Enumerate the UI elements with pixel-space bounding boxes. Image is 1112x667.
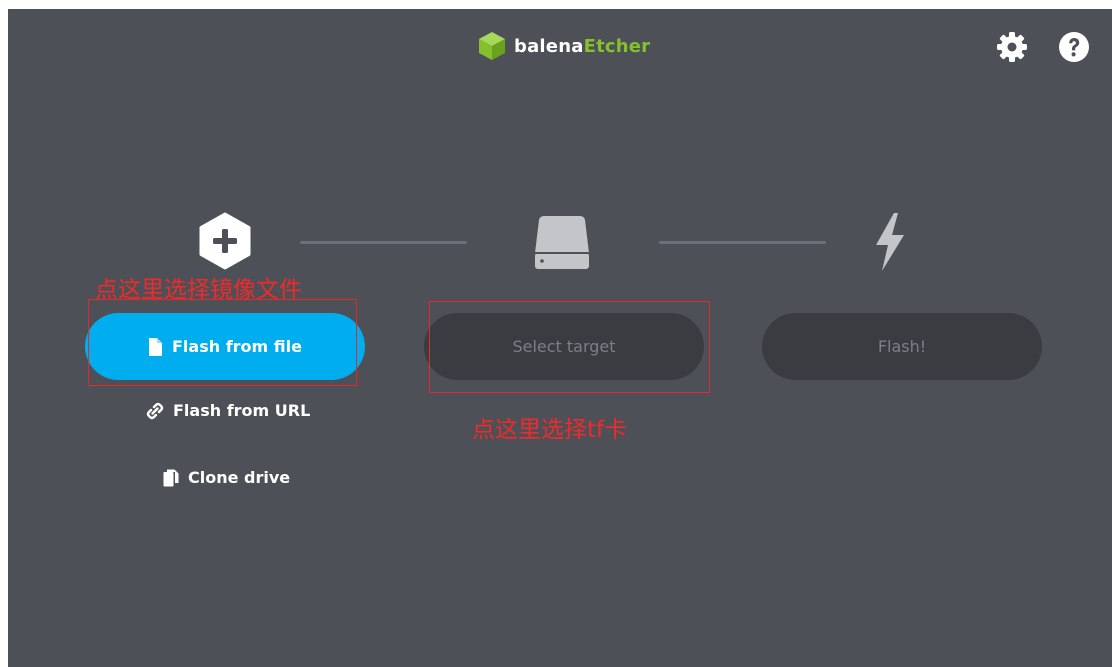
flash-step-indicator [870,211,910,273]
settings-button[interactable] [994,29,1030,65]
select-target-label: Select target [512,337,616,356]
app-title: balenaEtcher [514,35,651,57]
flash-from-file-label: Flash from file [172,337,302,356]
plus-hexagon-icon [199,212,251,270]
flash-button[interactable]: Flash! [762,313,1042,380]
lightning-icon [876,213,904,271]
source-step-indicator [197,212,253,270]
step-connector [300,241,467,244]
question-circle-icon [1059,32,1089,62]
target-annotation-text: 点这里选择tf卡 [472,417,628,443]
drive-icon [535,216,589,269]
link-icon [146,402,164,419]
copy-icon [163,469,179,486]
flash-label: Flash! [877,337,927,356]
flash-from-url-link[interactable]: Flash from URL [146,401,310,420]
source-annotation-text: 点这里选择镜像文件 [95,277,302,303]
clone-drive-label: Clone drive [188,468,291,487]
step-connector [659,241,826,244]
target-step-indicator [532,213,592,271]
balena-cube-icon [479,32,505,60]
flash-from-file-button[interactable]: Flash from file [85,313,365,380]
clone-drive-link[interactable]: Clone drive [163,468,290,487]
gear-icon [997,32,1027,62]
file-icon [149,337,162,356]
etcher-window: balenaEtcher Flash from file Select targ… [8,9,1112,667]
flash-from-url-label: Flash from URL [173,401,311,420]
help-button[interactable] [1056,29,1092,65]
app-logo: balenaEtcher [478,29,650,63]
select-target-button[interactable]: Select target [424,313,704,380]
